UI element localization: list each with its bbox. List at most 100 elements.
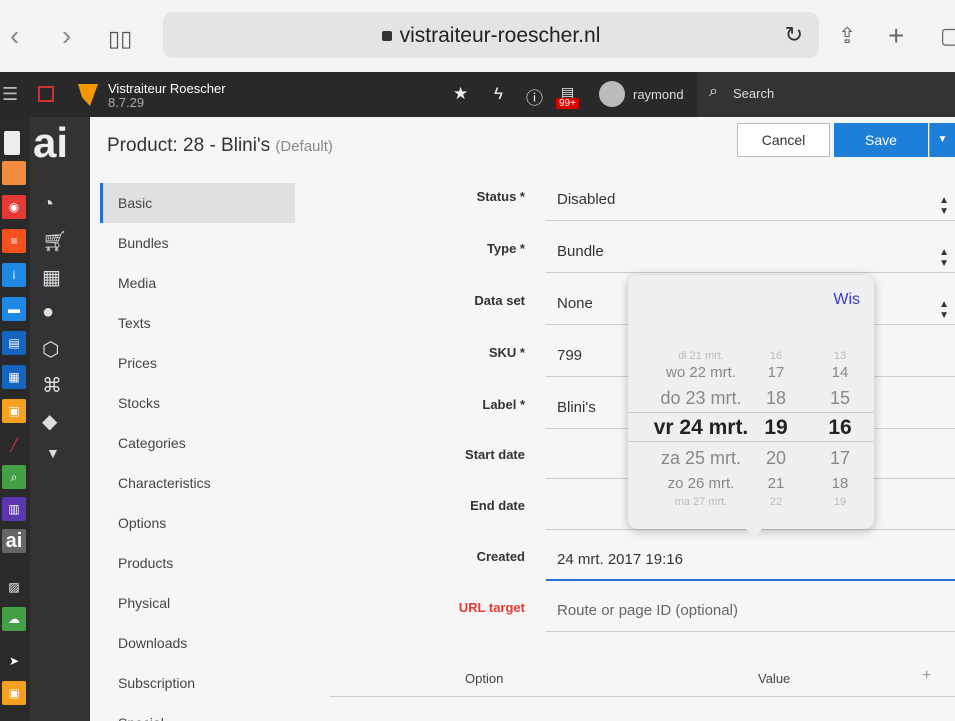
chevron-down-icon[interactable]: ▼ xyxy=(46,445,60,461)
tab-categories[interactable]: Categories xyxy=(100,423,295,463)
dataset-label: Data set xyxy=(474,293,525,308)
module-menu-toggle-icon[interactable] xyxy=(38,86,54,102)
module-menu: ai ◔ 🛒︎ ▦ ● ⬡ ⌘ ◆ ▼ xyxy=(30,117,90,721)
ai-module-small[interactable]: ai xyxy=(2,529,26,553)
picker-row-selected[interactable]: vr 24 mrt. 19 16 xyxy=(628,415,874,441)
tab-physical[interactable]: Physical xyxy=(100,583,295,623)
book-icon[interactable]: ▯▯ xyxy=(108,25,132,53)
avatar[interactable] xyxy=(599,81,625,107)
picker-row[interactable]: za 25 mrt. 20 17 xyxy=(628,445,874,471)
cloud-icon[interactable]: ☁ xyxy=(2,607,26,631)
end-date-label: End date xyxy=(470,498,525,513)
created-row: Created 24 mrt. 2017 19:16 xyxy=(300,535,955,587)
notification-badge: 99+ xyxy=(556,98,579,109)
news-icon[interactable]: ▥ xyxy=(2,497,26,521)
url-target-row: URL target Route or page ID (optional) xyxy=(300,586,955,638)
tab-bundles[interactable]: Bundles xyxy=(100,223,295,263)
caret-down-icon: ▼ xyxy=(937,134,948,145)
cart-icon[interactable]: 🛒︎ xyxy=(42,229,67,254)
chevron-right-icon[interactable]: › xyxy=(62,22,71,50)
search-label: Search xyxy=(733,86,775,101)
lock-icon xyxy=(381,31,392,41)
list-icon[interactable]: ≡ xyxy=(2,229,26,253)
pill-icon[interactable]: ╱ xyxy=(2,433,26,457)
sku-label: SKU * xyxy=(488,345,525,360)
user-icon[interactable]: ● xyxy=(42,301,54,324)
backend-topbar: ☰ Vistraiteur Roescher 8.7.29 ★ ϟ ⓘ ▤ 99… xyxy=(0,72,955,117)
page-title: Product: 28 - Blini's (Default) xyxy=(107,135,333,156)
username[interactable]: raymond xyxy=(633,87,684,102)
help-icon[interactable]: ⓘ xyxy=(526,84,543,109)
picker-row[interactable]: do 23 mrt. 18 15 xyxy=(628,385,874,411)
created-label: Created xyxy=(476,549,525,564)
eye-icon[interactable]: ◉ xyxy=(2,195,26,219)
tab-stocks[interactable]: Stocks xyxy=(100,383,295,423)
page-icon[interactable]: ▤ xyxy=(2,331,26,355)
plus-icon[interactable]: + xyxy=(922,667,931,685)
send-icon[interactable]: ➤ xyxy=(2,649,26,673)
dashboard-icon[interactable]: ◔ xyxy=(42,193,54,216)
address-bar[interactable]: vistraiteur-roescher.nl ↻ xyxy=(163,12,819,58)
tags-icon[interactable]: ◆ xyxy=(42,409,57,434)
value-column-header: Value xyxy=(758,671,791,686)
info-icon[interactable]: i xyxy=(2,263,26,287)
site-info[interactable]: Vistraiteur Roescher 8.7.29 xyxy=(108,82,226,110)
package-icon[interactable]: ▣ xyxy=(2,681,26,705)
browser-toolbar: ‹ › ▯▯ vistraiteur-roescher.nl ↻ ⇪ + ▢ xyxy=(0,0,955,72)
tab-characteristics[interactable]: Characteristics xyxy=(100,463,295,503)
select-caret-icon: ▲ ▼ xyxy=(939,299,949,321)
select-caret-icon: ▲ ▼ xyxy=(939,247,949,269)
cube-icon[interactable]: ⬡ xyxy=(42,337,59,362)
clear-button[interactable]: Wis xyxy=(833,291,860,309)
chevron-left-icon[interactable]: ‹ xyxy=(10,22,19,50)
start-date-label: Start date xyxy=(465,447,525,462)
tab-options[interactable]: Options xyxy=(100,503,295,543)
star-icon[interactable]: ★ xyxy=(453,84,468,104)
type-select[interactable]: Bundle ▲ ▼ xyxy=(546,233,955,273)
app-strip: ◉ ≡ i ▬ ▤ ▦ ▣ ╱ ⌕ ▥ ai ▨ ☁ ➤ ▣ xyxy=(0,117,30,721)
magnifier-icon[interactable]: ⌕ xyxy=(2,465,26,489)
menu-icon[interactable]: ☰ xyxy=(2,84,18,105)
type-row: Type * Bundle ▲ ▼ xyxy=(300,227,955,279)
save-options-button[interactable]: ▼ xyxy=(929,123,955,157)
file-icon[interactable] xyxy=(2,161,26,185)
url-target-label: URL target xyxy=(458,600,525,615)
site-version: 8.7.29 xyxy=(108,95,145,110)
picker-row[interactable]: ma 27 mrt. 22 19 xyxy=(628,489,874,515)
calendar-icon[interactable]: ▦ xyxy=(42,265,61,290)
save-button[interactable]: Save xyxy=(834,123,928,157)
ai-logo: ai xyxy=(33,119,69,166)
created-input[interactable]: 24 mrt. 2017 19:16 xyxy=(546,541,955,581)
reload-icon[interactable]: ↻ xyxy=(785,22,803,48)
tab-subscription[interactable]: Subscription xyxy=(100,663,295,703)
share-icon[interactable]: ⇪ xyxy=(838,22,856,50)
typo3-logo-icon xyxy=(78,84,98,106)
url-target-input[interactable]: Route or page ID (optional) xyxy=(546,592,955,632)
search-area[interactable]: ⌕ Search xyxy=(697,72,955,117)
tab-prices[interactable]: Prices xyxy=(100,343,295,383)
type-label: Type * xyxy=(486,241,525,256)
search-icon: ⌕ xyxy=(709,83,718,100)
picker-row[interactable]: wo 22 mrt. 17 14 xyxy=(628,360,874,386)
tab-products[interactable]: Products xyxy=(100,543,295,583)
label-label: Label * xyxy=(482,397,525,412)
box-icon[interactable]: ▣ xyxy=(2,399,26,423)
bolt-icon[interactable]: ϟ xyxy=(494,84,503,104)
image-icon[interactable]: ▨ xyxy=(2,575,26,599)
plus-icon[interactable]: + xyxy=(888,22,904,50)
cancel-button[interactable]: Cancel xyxy=(737,123,830,157)
tab-special[interactable]: Special xyxy=(100,703,295,721)
tab-basic[interactable]: Basic xyxy=(100,183,295,223)
document-icon[interactable] xyxy=(4,131,20,155)
sitemap-icon[interactable]: ⌘ xyxy=(42,373,62,398)
tabs-icon[interactable]: ▢ xyxy=(940,22,955,50)
tab-media[interactable]: Media xyxy=(100,263,295,303)
status-select[interactable]: Disabled ▲ ▼ xyxy=(546,181,955,221)
select-caret-icon: ▲ ▼ xyxy=(939,195,949,217)
layout-icon[interactable]: ▦ xyxy=(2,365,26,389)
tab-downloads[interactable]: Downloads xyxy=(100,623,295,663)
briefcase-icon[interactable]: ▬ xyxy=(2,297,26,321)
tab-texts[interactable]: Texts xyxy=(100,303,295,343)
url-text: vistraiteur-roescher.nl xyxy=(399,24,601,47)
popover-pointer xyxy=(744,527,764,537)
